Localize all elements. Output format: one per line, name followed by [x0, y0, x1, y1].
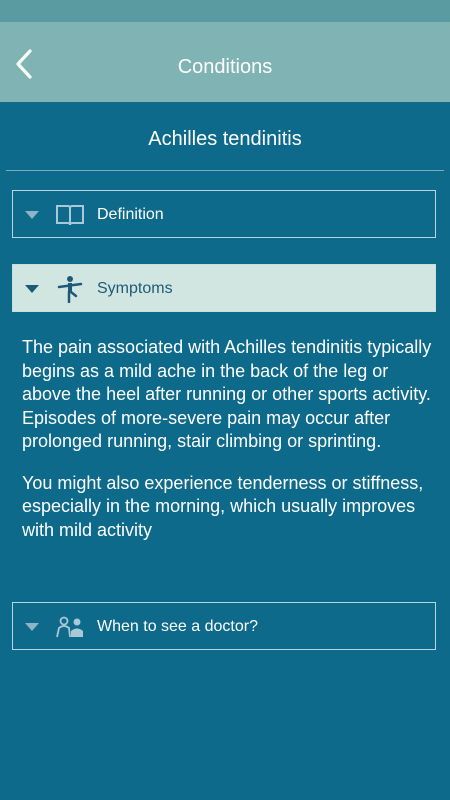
section-label-symptoms: Symptoms	[97, 280, 173, 297]
section-label-definition: Definition	[97, 206, 164, 223]
section-label-when-to-see-doctor: When to see a doctor?	[97, 618, 258, 635]
app-title: Conditions	[177, 56, 273, 78]
content: Achilles tendinitis Definition Symptoms	[0, 102, 450, 800]
caret-down-icon	[25, 285, 39, 293]
status-bar	[0, 0, 450, 22]
page-title: Achilles tendinitis	[148, 128, 302, 150]
section-symptoms[interactable]: Symptoms	[12, 264, 436, 312]
symptoms-paragraph: You might also experience tenderness or …	[22, 472, 424, 540]
patient-doctor-icon	[53, 613, 87, 641]
symptoms-body: The pain associated with Achilles tendin…	[22, 336, 432, 560]
section-when-to-see-doctor[interactable]: When to see a doctor?	[12, 602, 436, 650]
person-balance-icon	[53, 275, 87, 304]
section-definition[interactable]: Definition	[12, 190, 436, 238]
book-icon	[53, 201, 87, 229]
app-bar: Conditions	[0, 22, 450, 102]
title-divider	[6, 170, 444, 171]
caret-down-icon	[25, 623, 39, 631]
caret-down-icon	[25, 211, 39, 219]
symptoms-paragraph: The pain associated with Achilles tendin…	[22, 337, 432, 451]
